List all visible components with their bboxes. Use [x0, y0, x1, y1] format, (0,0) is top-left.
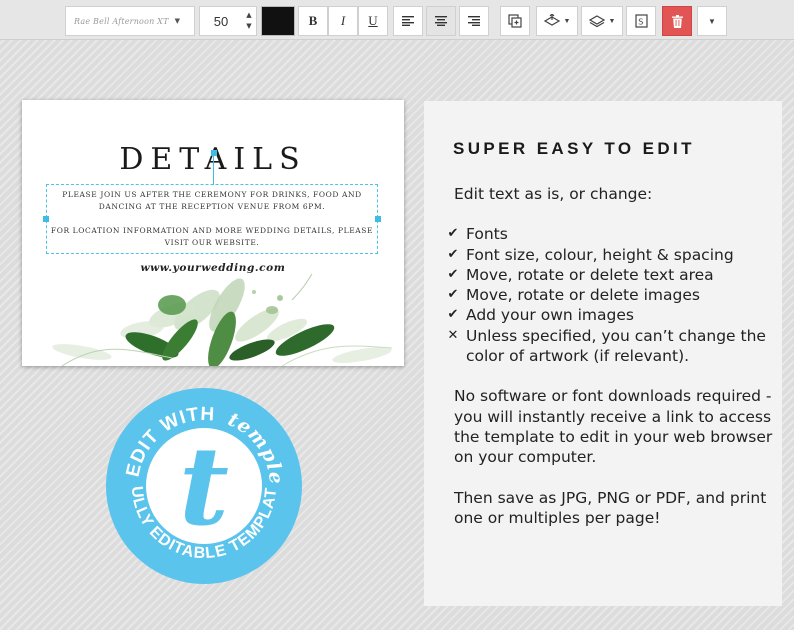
rotate-handle-line	[213, 156, 214, 185]
check-icon: ✔	[447, 266, 459, 282]
feature-item: ✔ Fonts	[447, 225, 508, 244]
selected-text-box[interactable]: PLEASE JOIN US AFTER THE CEREMONY FOR DR…	[43, 184, 381, 254]
duplicate-button[interactable]	[500, 6, 530, 36]
card-paragraph-1[interactable]: PLEASE JOIN US AFTER THE CEREMONY FOR DR…	[47, 189, 377, 213]
resize-handle-right[interactable]	[375, 216, 381, 222]
templett-badge: EDIT WITH templett FULLY EDITABLE TEMPLA…	[104, 386, 302, 584]
check-icon: ✔	[447, 287, 459, 303]
feature-item: ✔ Move, rotate or delete text area	[447, 265, 714, 284]
align-right-button[interactable]	[459, 6, 489, 36]
foliage-artwork[interactable]	[22, 270, 404, 366]
check-icon: ✔	[447, 226, 459, 242]
font-size-input[interactable]: 50 ▲ ▼	[199, 6, 257, 36]
panel-paragraph-3: Then save as JPG, PNG or PDF, and print …	[454, 488, 767, 527]
snap-icon: S	[634, 14, 648, 28]
chevron-down-icon: ▼	[174, 17, 181, 25]
font-family-select[interactable]: Rae Bell Afternoon XT ▼	[65, 6, 195, 36]
cross-icon: ✕	[447, 327, 459, 343]
text-color-swatch[interactable]	[261, 6, 295, 36]
send-backward-dropdown[interactable]: ▼	[581, 6, 623, 36]
more-options-button[interactable]: ▼	[697, 6, 727, 36]
duplicate-icon	[508, 14, 522, 28]
snap-button[interactable]: S	[626, 6, 656, 36]
align-left-icon	[402, 16, 414, 26]
template-card-preview[interactable]: DETAILS PLEASE JOIN US AFTER THE CEREMON…	[22, 100, 404, 366]
panel-intro: Edit text as is, or change:	[454, 185, 653, 203]
bold-button[interactable]: B	[298, 6, 328, 36]
italic-button[interactable]: I	[328, 6, 358, 36]
panel-paragraph-2: No software or font downloads required -…	[454, 387, 773, 467]
font-size-value: 50	[213, 13, 229, 29]
info-panel: SUPER EASY TO EDIT Edit text as is, or c…	[424, 101, 782, 606]
delete-button[interactable]	[662, 6, 692, 36]
svg-text:S: S	[638, 18, 643, 27]
card-paragraph-2[interactable]: FOR LOCATION INFORMATION AND MORE WEDDIN…	[47, 225, 377, 249]
underline-button[interactable]: U	[358, 6, 388, 36]
align-left-button[interactable]	[393, 6, 423, 36]
feature-item: ✕ Unless specified, you can’t change the …	[447, 326, 766, 366]
editor-toolbar: Rae Bell Afternoon XT ▼ 50 ▲ ▼ B I U ▼ ▼…	[0, 0, 794, 40]
feature-item: ✔ Add your own images	[447, 306, 634, 325]
layer-up-icon	[543, 14, 560, 26]
check-icon: ✔	[447, 307, 459, 323]
font-size-stepper[interactable]: ▲ ▼	[242, 10, 256, 32]
panel-body: Edit text as is, or change: ✔ Fonts ✔ Font…	[447, 184, 774, 528]
font-family-value: Rae Bell Afternoon XT	[74, 16, 169, 26]
layer-down-icon	[588, 15, 605, 28]
check-icon: ✔	[447, 246, 459, 262]
feature-item: ✔ Move, rotate or delete images	[447, 286, 700, 305]
badge-letter: t	[179, 424, 229, 550]
feature-list: ✔ Fonts ✔ Font size, colour, height & spac…	[447, 224, 774, 366]
align-center-icon	[435, 16, 447, 26]
align-right-icon	[468, 16, 480, 26]
chevron-down-icon: ▼	[563, 17, 571, 25]
stepper-up-icon[interactable]: ▲	[242, 10, 256, 21]
align-center-button[interactable]	[426, 6, 456, 36]
chevron-down-icon: ▼	[708, 16, 716, 26]
feature-item: ✔ Font size, colour, height & spacing	[447, 245, 734, 264]
rotate-handle[interactable]	[211, 150, 217, 156]
panel-heading: SUPER EASY TO EDIT	[453, 139, 695, 158]
resize-handle-left[interactable]	[43, 216, 49, 222]
stepper-down-icon[interactable]: ▼	[242, 21, 256, 32]
chevron-down-icon: ▼	[608, 17, 616, 25]
trash-icon	[671, 14, 683, 28]
bring-forward-dropdown[interactable]: ▼	[536, 6, 578, 36]
